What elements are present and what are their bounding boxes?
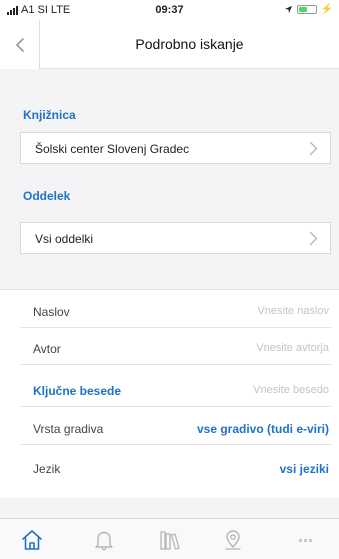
library-value: Šolski center Slovenj Gradec [35,142,190,156]
keywords-label: Ključne besede [33,384,122,398]
location-pin-icon [225,530,241,550]
language-label: Jezik [33,462,61,476]
material-type-label: Vrsta gradiva [33,422,104,436]
navigation-bar: Podrobno iskanje [0,20,339,69]
chevron-left-icon [15,37,24,52]
language-row[interactable]: Jezik vsi jeziki [20,451,331,485]
search-form: Naslov Avtor Ključne besede Vrsta gradiv… [0,289,339,498]
material-type-value[interactable]: vse gradivo (tudi e-viri) [197,422,329,436]
language-value[interactable]: vsi jeziki [280,462,329,476]
author-label: Avtor [33,342,61,356]
page-title: Podrobno iskanje [135,36,244,52]
title-row: Naslov [20,294,331,328]
tab-notifications[interactable] [89,526,119,554]
battery-icon [296,5,317,14]
library-label: Knjižnica [23,108,76,122]
tab-bar [0,518,339,559]
material-type-row[interactable]: Vrsta gradiva vse gradivo (tudi e-viri) [20,411,331,445]
tab-books[interactable] [155,526,185,554]
bell-icon [95,531,113,551]
chevron-right-icon [309,231,318,246]
status-right: ⚡ [284,4,333,15]
department-label: Oddelek [23,189,71,203]
tab-locations[interactable] [218,526,248,554]
charging-bolt-icon: ⚡ [320,4,333,15]
keywords-input[interactable] [159,381,329,399]
more-icon [298,538,312,542]
chevron-right-icon [309,141,318,156]
tab-more[interactable] [290,526,320,554]
title-label: Naslov [33,305,70,319]
location-arrow-icon [284,5,292,14]
tab-home[interactable] [17,526,47,554]
author-row: Avtor [20,331,331,365]
home-icon [22,530,42,550]
status-bar: A1 SI LTE 09:37 ⚡ [0,0,339,20]
library-select[interactable]: Šolski center Slovenj Gradec [20,132,331,164]
back-button[interactable] [0,20,40,69]
battery-level [298,7,308,12]
title-input[interactable] [159,302,329,320]
author-input[interactable] [159,339,329,357]
keywords-row: Ključne besede [20,373,331,407]
department-select[interactable]: Vsi oddelki [20,222,331,254]
books-icon [160,531,180,550]
department-value: Vsi oddelki [35,232,94,246]
